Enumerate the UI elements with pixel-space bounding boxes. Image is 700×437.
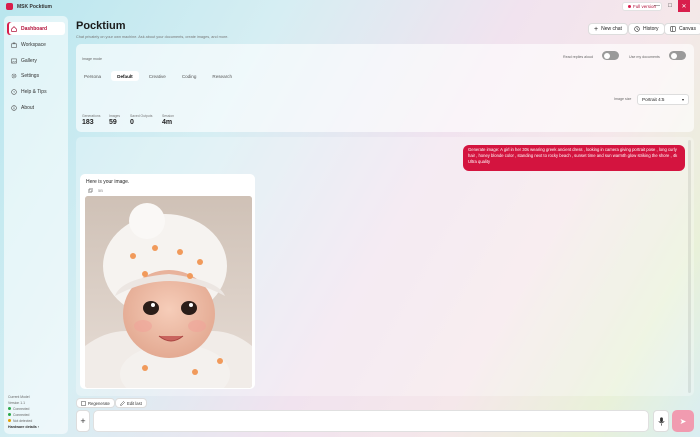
image-size-value: Portrait 4:5 bbox=[642, 97, 665, 102]
sidebar-item-label: About bbox=[21, 104, 35, 111]
edit-last-button[interactable]: Edit last bbox=[115, 398, 147, 408]
status-text: Not detected bbox=[13, 419, 33, 423]
new-chat-label: New chat bbox=[601, 26, 622, 32]
sidebar-item-label: Dashboard bbox=[21, 25, 48, 32]
stat-label: Saved Outputs bbox=[130, 114, 153, 118]
status-warning-icon bbox=[8, 419, 11, 422]
sidebar-item-label: Settings bbox=[21, 72, 40, 79]
tab-default[interactable]: Default bbox=[111, 71, 139, 81]
read-replies-label: Read replies aloud bbox=[563, 55, 593, 59]
generated-image[interactable] bbox=[85, 196, 252, 388]
info-icon bbox=[11, 104, 17, 111]
use-documents-toggle[interactable] bbox=[669, 51, 686, 60]
close-button[interactable]: ✕ bbox=[678, 0, 690, 12]
home-icon bbox=[11, 25, 17, 32]
stat-generations: Generations 183 bbox=[82, 114, 100, 126]
stat-session: Session 4m bbox=[162, 114, 174, 126]
sidebar-item-workspace[interactable]: Workspace bbox=[7, 38, 65, 51]
persona-tabs: Persona Default Creative Coding Research bbox=[78, 71, 238, 81]
chat-settings-panel: Image mode Read replies aloud Use my doc… bbox=[76, 44, 694, 132]
page-title: Pocktium bbox=[76, 20, 126, 32]
copy-icon[interactable] bbox=[88, 188, 93, 193]
tab-creative[interactable]: Creative bbox=[143, 71, 172, 81]
sidebar-footer: Current Model Version 1.1 Connected Conn… bbox=[8, 394, 66, 430]
sidebar-item-dashboard[interactable]: Dashboard bbox=[7, 22, 65, 35]
image-size-select[interactable]: Portrait 4:5 ▾ bbox=[637, 94, 689, 105]
canvas-button[interactable]: Canvas bbox=[664, 23, 700, 35]
briefcase-icon bbox=[11, 42, 17, 48]
svg-text:?: ? bbox=[13, 90, 15, 94]
sidebar-item-label: Gallery bbox=[21, 57, 37, 64]
badge-dot-icon bbox=[628, 5, 631, 8]
minimize-button[interactable]: — bbox=[651, 0, 663, 12]
maximize-button[interactable]: ☐ bbox=[664, 0, 676, 12]
stat-label: Generations bbox=[82, 114, 101, 118]
stat-label: Images bbox=[109, 114, 121, 118]
regenerate-button[interactable]: Regenerate bbox=[76, 398, 115, 408]
stat-value: 183 bbox=[82, 119, 94, 126]
sidebar-item-gallery[interactable]: Gallery bbox=[7, 54, 65, 67]
status-text: Connected bbox=[13, 407, 30, 411]
tab-coding[interactable]: Coding bbox=[176, 71, 203, 81]
status-ok-icon bbox=[8, 413, 11, 416]
status-text: Connected bbox=[13, 413, 30, 417]
stat-value: 59 bbox=[109, 119, 117, 126]
user-message: Generate image: A girl in her 30s wearin… bbox=[463, 145, 685, 171]
assistant-message-text: Here is your image. bbox=[86, 179, 130, 185]
window-title: MSK Pocktium bbox=[17, 3, 53, 10]
canvas-label: Canvas bbox=[679, 26, 696, 32]
sidebar-item-label: Help & Tips bbox=[21, 88, 47, 95]
new-chat-button[interactable]: + New chat bbox=[588, 23, 628, 35]
hardware-details-link[interactable]: Hardware details › bbox=[8, 424, 66, 430]
sidebar-item-about[interactable]: About bbox=[7, 101, 65, 114]
chat-scrollbar[interactable] bbox=[688, 140, 691, 393]
assistant-meta-text: 5B bbox=[98, 188, 103, 193]
help-icon: ? bbox=[11, 88, 17, 95]
image-mode-label: Image mode bbox=[82, 57, 102, 61]
history-label: History bbox=[643, 26, 659, 32]
title-bar: MSK Pocktium bbox=[0, 0, 700, 13]
read-replies-toggle[interactable] bbox=[602, 51, 619, 60]
prompt-input[interactable] bbox=[93, 410, 649, 432]
stat-saved-outputs: Saved Outputs 0 bbox=[130, 114, 152, 126]
history-button[interactable]: History bbox=[628, 23, 665, 35]
edit-last-label: Edit last bbox=[127, 400, 142, 406]
sidebar-item-label: Workspace bbox=[21, 41, 46, 48]
status-ok-icon bbox=[8, 407, 11, 410]
stat-label: Session bbox=[162, 114, 175, 118]
refresh-icon bbox=[81, 400, 86, 406]
stat-images: Images 59 bbox=[109, 114, 120, 126]
sidebar-item-help[interactable]: ? Help & Tips bbox=[7, 85, 65, 98]
tab-research[interactable]: Research bbox=[206, 71, 238, 81]
chevron-down-icon: ▾ bbox=[681, 97, 684, 102]
page-subtitle: Chat privately on your own machine. Ask … bbox=[76, 35, 229, 39]
sidebar-item-settings[interactable]: Settings bbox=[7, 69, 65, 82]
regenerate-label: Regenerate bbox=[88, 400, 110, 406]
microphone-button[interactable] bbox=[653, 410, 669, 432]
pencil-icon bbox=[120, 400, 125, 406]
attach-button[interactable]: + bbox=[76, 410, 90, 432]
image-icon bbox=[11, 58, 17, 63]
assistant-message-meta: 5B bbox=[88, 188, 103, 193]
stat-value: 0 bbox=[130, 119, 134, 126]
image-size-label: Image size bbox=[614, 97, 632, 101]
send-button[interactable]: ➤ bbox=[672, 410, 694, 432]
gear-icon bbox=[11, 73, 17, 78]
generated-baby-photo bbox=[85, 196, 252, 388]
history-icon bbox=[634, 26, 640, 32]
sidebar: Dashboard Workspace Gallery Settings ? H… bbox=[4, 16, 68, 434]
tab-persona[interactable]: Persona bbox=[78, 71, 107, 81]
stat-value: 4m bbox=[162, 119, 173, 126]
use-documents-label: Use my documents bbox=[629, 55, 660, 59]
assistant-message: Here is your image. 5B bbox=[80, 174, 255, 389]
app-logo-icon bbox=[6, 3, 13, 10]
canvas-icon bbox=[670, 26, 676, 32]
microphone-icon bbox=[657, 416, 665, 426]
chat-area: Generate image: A girl in her 30s wearin… bbox=[76, 137, 694, 396]
plus-icon: + bbox=[594, 25, 599, 33]
